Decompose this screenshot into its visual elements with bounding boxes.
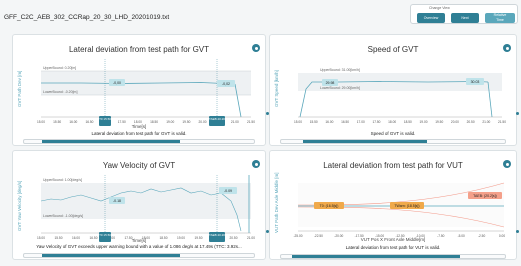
panel-title: Lateral deviation from test path for GVT [68,45,210,54]
x-tick-label: 15.50 [310,120,318,124]
settings-icon[interactable] [503,44,511,52]
relative-time-button[interactable]: Relative Time [485,13,515,23]
x-tick-label: 20.00 [451,120,459,124]
x-axis-label: Time[s] [131,124,147,129]
side-scroll-dot[interactable] [266,112,269,115]
taeb-marker-text: TAEB 20.20 [209,117,225,121]
settings-icon[interactable] [503,160,511,168]
x-ticks: 15.00 15.50 16.00 16.50 17.00 17.50 18.00 18.50… [294,120,506,124]
change-view-panel: Change View Overview Next Relative Time [410,4,518,24]
taeb-marker-text: TAEB 20.20 [209,233,225,237]
panel-title: Yaw Velocity of GVT [102,161,176,170]
panel-title: Speed of GVT [367,45,419,54]
lower-bound-label: LowerBound: 29.00[km/h] [320,86,360,90]
time-range-slider[interactable] [23,139,255,144]
panel-gvt-speed: Speed of GVT GVT Speed [km/h] UpperBound… [269,34,517,146]
panel-gvt-lateral-deviation: Lateral deviation from test path for GVT… [12,34,266,146]
value-tag-1-text: -0.18 [113,199,121,203]
panel-caption: Lateral deviation from test path for GVT… [91,131,187,136]
overview-button[interactable]: Overview [417,13,445,23]
slider-fill[interactable] [292,255,461,258]
panel-caption: Yaw Velocity of GVT exceeds upper warnin… [36,244,242,249]
upper-bound-label: UpperBound: 1.00[deg/s] [43,178,82,182]
t0-marker-text: T0 15.50 [99,233,111,237]
position-range-slider[interactable] [280,254,506,259]
chart-vut-lateral: T0: (16.5[s]) TWarn: (18.5[s]) TAEB: (20… [293,182,505,238]
settings-icon[interactable] [252,44,260,52]
twarn-tag-text: TWarn: (18.5[s]) [394,204,419,208]
side-scroll-dot[interactable] [516,112,519,115]
side-scroll-dot[interactable] [266,230,269,233]
chart-gvt-lateral: UpperBound: 0.20[m] LowerBound: -0.20[m]… [37,59,255,126]
x-tick-label: 21.00 [482,120,490,124]
x-axis-label: VUT Pos X Front Axle Middle[m] [360,237,426,242]
x-tick-label: 19.00 [420,120,428,124]
value-tag-1-text: 29.98 [326,81,335,85]
slider-fill[interactable] [42,140,181,143]
panel-vut-lateral-deviation: Lateral deviation from test path for VUT… [269,150,517,260]
value-tag-2-text: -0,02 [222,82,230,86]
t0-marker-text: T0 15.50 [99,117,111,121]
time-range-slider[interactable] [280,139,506,144]
x-tick-label: 20.50 [467,120,475,124]
x-tick-label: 18.00 [388,120,396,124]
panel-title: Lateral deviation from test path for VUT [323,161,463,170]
upper-bound-label: UpperBound: 31.00[km/h] [320,68,360,72]
t0-tag-text: T0: (16.5[s]) [320,204,339,208]
upper-bound-label: UpperBound: 0.20[m] [43,66,76,70]
page: { "file_title": "GFF_C2C_AEB_302_CCRap_2… [0,0,521,266]
x-tick-label: 15.00 [294,120,302,124]
settings-icon[interactable] [252,160,260,168]
file-title: GFF_C2C_AEB_302_CCRap_20_30_LHD_20201019… [4,14,170,21]
side-scroll-dot[interactable] [516,230,519,233]
time-range-slider[interactable] [23,253,255,258]
chart-gvt-speed: UpperBound: 31.00[km/h] LowerBound: 29.0… [294,68,506,124]
panel-gvt-yaw-velocity: Yaw Velocity of GVT GVT Yaw Velocity [de… [12,150,266,260]
value-tag-1-text: -0,00 [113,81,121,85]
slider-fill[interactable] [42,254,181,257]
lower-bound-label: LowerBound: -0.20[m] [43,90,77,94]
x-tick-label: 18.50 [404,120,412,124]
taeb-tag-text: TAEB: (20.2[s]) [473,194,497,198]
chart-gvt-yaw: UpperBound: 1.00[deg/s] LowerBound: -1.0… [37,175,255,242]
slider-fill[interactable] [303,140,427,143]
value-tag-2-text: 30.03 [471,80,480,84]
x-tick-label: 19.50 [435,120,443,124]
x-tick-label: 21.50 [498,120,506,124]
lower-bound-label: LowerBound: -1.00[deg/s] [43,214,83,218]
panel-caption: Lateral deviation from test path for VUT… [345,245,441,250]
panel-caption: Speed of GVT is valid. [370,131,416,136]
x-tick-label: 17.50 [372,120,380,124]
change-view-label: Change View [429,6,450,10]
x-tick-label: 16.50 [341,120,349,124]
x-tick-label: 17.00 [357,120,365,124]
next-button[interactable]: Next [451,13,479,23]
value-tag-2-text: -0.09 [224,189,232,193]
x-tick-label: 16.00 [325,120,333,124]
x-axis-label: Time[s] [131,238,147,243]
